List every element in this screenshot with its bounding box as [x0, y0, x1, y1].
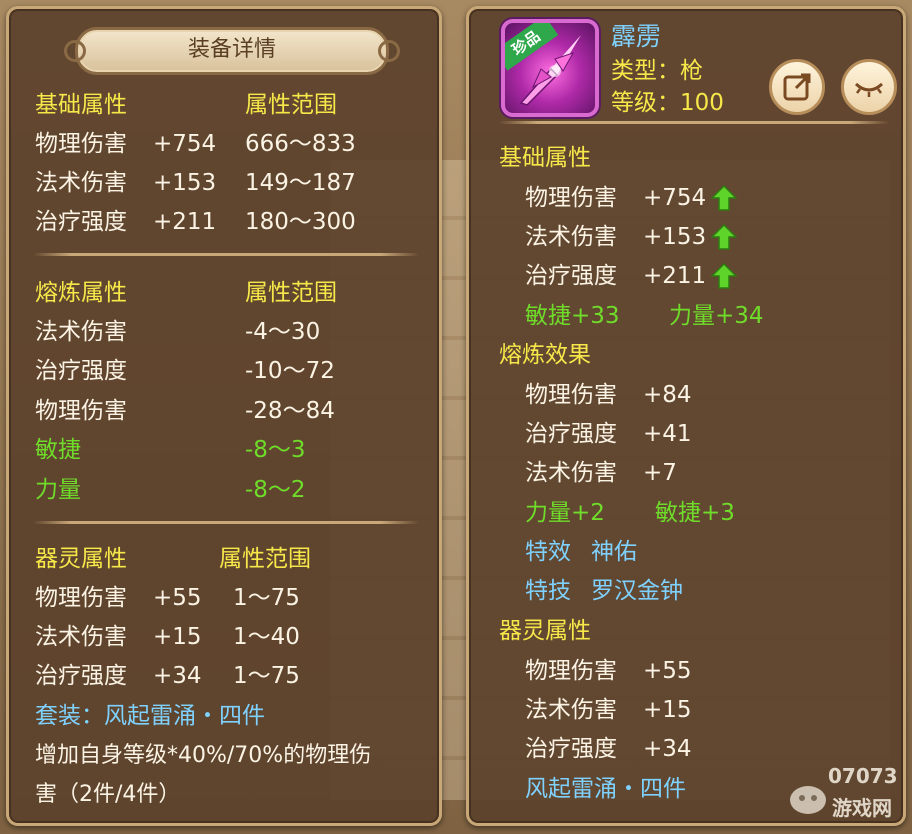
spirit-row-range: 1～40: [233, 624, 300, 650]
forge-row-name: 治疗强度: [35, 358, 127, 384]
spirit-row-value: +34: [643, 736, 692, 762]
forge-bonus-agility: 敏捷+3: [655, 500, 735, 526]
spirit-row-name: 法术伤害: [35, 624, 127, 650]
upgrade-arrow-icon: [711, 263, 737, 289]
forge-attr-header: 熔炼属性: [35, 280, 127, 306]
spirit-row-name: 物理伤害: [525, 658, 617, 684]
base-row-range: 666～833: [245, 131, 356, 157]
base-row-value: +211: [643, 263, 707, 289]
forge-row-name: 敏捷: [35, 437, 81, 463]
spirit-row-range: 1～75: [233, 585, 300, 611]
spirit-row-value: +15: [643, 697, 692, 723]
forge-row-value: +41: [643, 421, 692, 447]
site-watermark: 07073 游戏网: [786, 760, 906, 830]
watermark-line1: 07073: [828, 764, 898, 788]
special-skill-value: 罗汉金钟: [591, 578, 683, 604]
base-row-range: 149～187: [245, 170, 356, 196]
spirit-row-value: +34: [153, 663, 202, 689]
special-effect-label: 特效: [525, 539, 571, 565]
spirit-range-header: 属性范围: [219, 546, 311, 572]
base-range-header: 属性范围: [245, 92, 337, 118]
equipment-detail-panel: 装备详情 基础属性 属性范围 物理伤害 +754 666～833 法术伤害 +1…: [6, 6, 442, 826]
forge-row-value: +84: [643, 382, 692, 408]
base-bonus-strength: 力量+34: [669, 303, 764, 329]
weapon-icon: 珍品: [501, 19, 599, 117]
base-row-value: +153: [643, 224, 707, 250]
base-row-name: 法术伤害: [525, 224, 617, 250]
share-icon: [783, 73, 811, 101]
item-name: 霹雳: [611, 22, 662, 51]
base-attr-header: 基础属性: [35, 92, 127, 118]
forge-row-range: -8～2: [245, 477, 306, 503]
base-row-value: +153: [153, 170, 217, 196]
header-divider: [499, 121, 889, 124]
forge-row-name: 法术伤害: [525, 460, 617, 486]
spirit-row-range: 1～75: [233, 663, 300, 689]
spirit-row-name: 治疗强度: [35, 663, 127, 689]
base-bonus-agility: 敏捷+33: [525, 303, 620, 329]
set-name-line: 风起雷涌・四件: [525, 776, 686, 802]
item-level: 等级：100: [611, 90, 724, 116]
closed-eye-icon: [854, 82, 884, 97]
base-row-name: 治疗强度: [35, 209, 127, 235]
forge-row-name: 法术伤害: [35, 319, 127, 345]
forge-effect-header: 熔炼效果: [499, 342, 591, 368]
watermark-line2: 游戏网: [832, 796, 892, 820]
panel-title: 装备详情: [64, 27, 400, 75]
share-button[interactable]: [769, 59, 825, 115]
watermark-logo-icon: [790, 786, 826, 814]
set-description-line1: 增加自身等级*40%/70%的物理伤: [35, 743, 372, 768]
base-row-name: 物理伤害: [35, 131, 127, 157]
spirit-row-value: +55: [643, 658, 692, 684]
upgrade-arrow-icon: [711, 185, 737, 211]
spirit-row-name: 法术伤害: [525, 697, 617, 723]
section-divider: [33, 253, 419, 256]
spirit-row-name: 物理伤害: [35, 585, 127, 611]
special-skill-label: 特技: [525, 578, 571, 604]
forge-row-name: 物理伤害: [525, 382, 617, 408]
forge-row-range: -10～72: [245, 358, 335, 384]
forge-range-header: 属性范围: [245, 280, 337, 306]
special-effect-value: 神佑: [591, 539, 637, 565]
forge-row-range: -4～30: [245, 319, 321, 345]
forge-row-range: -28～84: [245, 398, 335, 424]
spirit-attr-header: 器灵属性: [35, 546, 127, 572]
spirit-row-value: +55: [153, 585, 202, 611]
section-divider: [33, 521, 419, 524]
base-row-name: 法术伤害: [35, 170, 127, 196]
spirit-row-name: 治疗强度: [525, 736, 617, 762]
forge-row-name: 治疗强度: [525, 421, 617, 447]
set-bonus-line: 套装：风起雷涌・四件: [35, 703, 265, 729]
forge-row-name: 力量: [35, 477, 81, 503]
spirit-attr-header: 器灵属性: [499, 618, 591, 644]
base-row-range: 180～300: [245, 209, 356, 235]
base-row-value: +754: [153, 131, 217, 157]
base-row-name: 物理伤害: [525, 185, 617, 211]
forge-row-range: -8～3: [245, 437, 306, 463]
base-row-name: 治疗强度: [525, 263, 617, 289]
hide-button[interactable]: [841, 59, 897, 115]
forge-row-name: 物理伤害: [35, 398, 127, 424]
spirit-row-value: +15: [153, 624, 202, 650]
upgrade-arrow-icon: [711, 224, 737, 250]
item-type: 类型：枪: [611, 58, 703, 84]
set-description-line2: 害（2件/4件）: [35, 782, 181, 807]
base-row-value: +211: [153, 209, 217, 235]
base-attr-header: 基础属性: [499, 145, 591, 171]
forge-bonus-strength: 力量+2: [525, 500, 605, 526]
base-row-value: +754: [643, 185, 707, 211]
item-tooltip-panel: 珍品 霹雳 类型：枪 等级：100 基础属性 物理伤害 +754 法术伤害 +1…: [466, 6, 906, 826]
forge-row-value: +7: [643, 460, 677, 486]
